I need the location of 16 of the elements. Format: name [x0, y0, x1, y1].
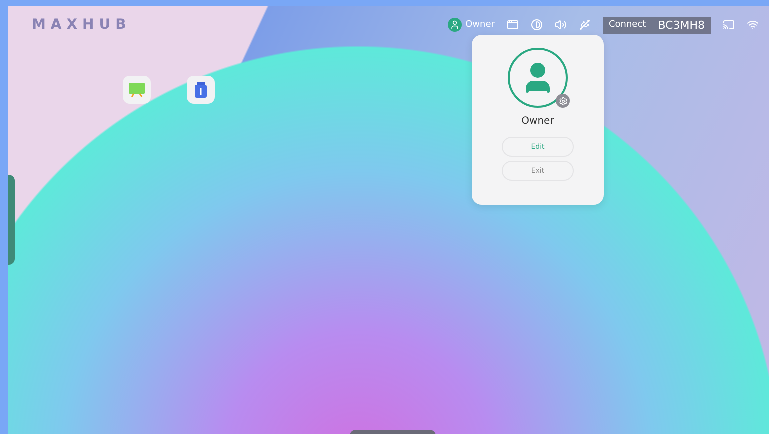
cast-icon[interactable] — [723, 19, 735, 31]
usb-icon[interactable] — [578, 19, 591, 31]
usb-drive-icon — [192, 81, 210, 99]
contrast-icon[interactable] — [530, 19, 543, 31]
side-panel-handle[interactable] — [8, 175, 15, 265]
user-name: Owner — [522, 116, 554, 127]
app-shortcut[interactable] — [187, 76, 215, 104]
user-icon — [448, 18, 462, 32]
brand-logo: MAXHUB — [32, 17, 132, 33]
window-icon[interactable] — [506, 19, 519, 31]
volume-icon[interactable] — [554, 19, 567, 31]
chalkboard-icon — [128, 81, 146, 99]
connect-label: Connect — [608, 20, 646, 30]
connect-code: BC3MH8 — [658, 18, 705, 32]
settings-icon[interactable] — [556, 94, 570, 108]
user-button[interactable]: Owner — [448, 18, 495, 32]
